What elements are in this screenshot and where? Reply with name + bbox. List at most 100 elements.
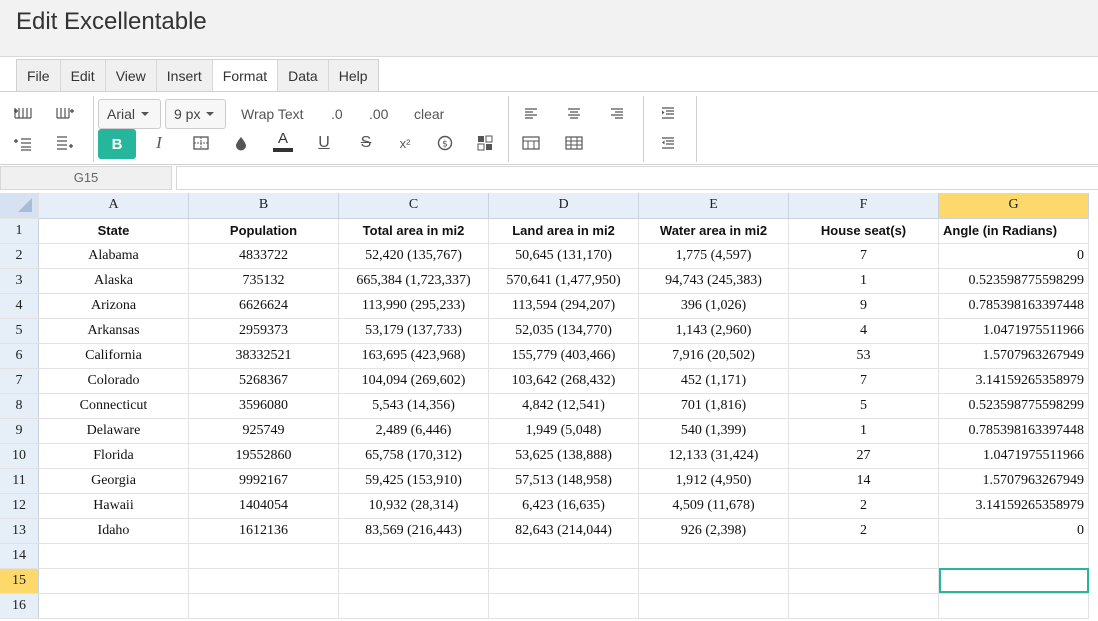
- grid-cell[interactable]: Connecticut: [38, 393, 189, 419]
- grid-cell[interactable]: [188, 568, 339, 594]
- grid-cell[interactable]: Colorado: [38, 368, 189, 394]
- grid-cell[interactable]: 1404054: [188, 493, 339, 519]
- grid-cell[interactable]: [788, 568, 939, 594]
- row-header[interactable]: 16: [0, 593, 39, 619]
- indent-increase-icon[interactable]: [653, 100, 683, 126]
- grid-cell[interactable]: 1.0471975511966: [938, 443, 1089, 469]
- grid-cell[interactable]: [488, 543, 639, 569]
- grid-cell[interactable]: 1: [788, 418, 939, 444]
- grid-cell[interactable]: [788, 543, 939, 569]
- font-family-dropdown[interactable]: Arial: [98, 99, 161, 129]
- grid-cell[interactable]: 1612136: [188, 518, 339, 544]
- row-header[interactable]: 14: [0, 543, 39, 569]
- grid-cell[interactable]: 3596080: [188, 393, 339, 419]
- grid-cell[interactable]: [38, 593, 189, 619]
- grid-cell[interactable]: 2: [788, 518, 939, 544]
- insert-column-right-icon[interactable]: [50, 100, 80, 126]
- grid-cell[interactable]: 53,625 (138,888): [488, 443, 639, 469]
- grid-cell[interactable]: 38332521: [188, 343, 339, 369]
- grid-cell[interactable]: 5,543 (14,356): [338, 393, 489, 419]
- grid-cell[interactable]: 2959373: [188, 318, 339, 344]
- currency-icon[interactable]: $: [430, 130, 460, 156]
- column-header-b[interactable]: B: [188, 193, 339, 219]
- grid-cell[interactable]: 53: [788, 343, 939, 369]
- grid-cell[interactable]: 59,425 (153,910): [338, 468, 489, 494]
- row-header[interactable]: 9: [0, 418, 39, 444]
- grid-cell[interactable]: Idaho: [38, 518, 189, 544]
- grid-cell[interactable]: 1: [788, 268, 939, 294]
- grid-cell[interactable]: 1.5707963267949: [938, 343, 1089, 369]
- row-header[interactable]: 15: [0, 568, 39, 594]
- grid-cell[interactable]: State: [38, 218, 189, 244]
- menu-insert[interactable]: Insert: [156, 60, 213, 92]
- formula-input[interactable]: [176, 166, 1098, 190]
- grid-cell[interactable]: Hawaii: [38, 493, 189, 519]
- grid-cell[interactable]: 665,384 (1,723,337): [338, 268, 489, 294]
- grid-cell[interactable]: 103,642 (268,432): [488, 368, 639, 394]
- menu-edit[interactable]: Edit: [60, 60, 106, 92]
- grid-cell[interactable]: 701 (1,816): [638, 393, 789, 419]
- insert-row-above-icon[interactable]: [8, 130, 38, 156]
- grid-cell[interactable]: 113,594 (294,207): [488, 293, 639, 319]
- menu-format[interactable]: Format: [212, 60, 279, 93]
- grid-cell[interactable]: 52,420 (135,767): [338, 243, 489, 269]
- row-header[interactable]: 13: [0, 518, 39, 544]
- grid-cell[interactable]: 10,932 (28,314): [338, 493, 489, 519]
- grid-cell[interactable]: [488, 568, 639, 594]
- grid-cell[interactable]: 0.523598775598299: [938, 393, 1089, 419]
- grid-cell[interactable]: 7: [788, 243, 939, 269]
- grid-cell[interactable]: 50,645 (131,170): [488, 243, 639, 269]
- grid-cell[interactable]: House seat(s): [788, 218, 939, 244]
- grid-cell[interactable]: 0.785398163397448: [938, 418, 1089, 444]
- grid-cell[interactable]: 9: [788, 293, 939, 319]
- grid-cell[interactable]: 0: [938, 243, 1089, 269]
- grid-cell[interactable]: [938, 543, 1089, 569]
- grid-cell[interactable]: 6626624: [188, 293, 339, 319]
- grid-cell[interactable]: 4,509 (11,678): [638, 493, 789, 519]
- row-header[interactable]: 5: [0, 318, 39, 344]
- wrap-text-button[interactable]: Wrap Text: [241, 99, 304, 129]
- grid-cell[interactable]: [188, 543, 339, 569]
- grid-cell[interactable]: [488, 593, 639, 619]
- grid-cell[interactable]: 27: [788, 443, 939, 469]
- row-header[interactable]: 7: [0, 368, 39, 394]
- grid-cell[interactable]: 540 (1,399): [638, 418, 789, 444]
- grid-cell[interactable]: 452 (1,171): [638, 368, 789, 394]
- italic-button[interactable]: I: [144, 130, 174, 156]
- grid-cell[interactable]: [638, 543, 789, 569]
- grid-cell[interactable]: Alaska: [38, 268, 189, 294]
- align-right-icon[interactable]: [602, 100, 632, 126]
- insert-column-left-icon[interactable]: [8, 100, 38, 126]
- decrease-decimal-button[interactable]: .0: [331, 99, 343, 129]
- grid-cell[interactable]: 19552860: [188, 443, 339, 469]
- grid-cell[interactable]: 4833722: [188, 243, 339, 269]
- font-color-button[interactable]: A: [268, 128, 298, 154]
- grid-cell[interactable]: Georgia: [38, 468, 189, 494]
- cell-reference-box[interactable]: G15: [0, 166, 172, 190]
- grid-cell[interactable]: [638, 593, 789, 619]
- grid-cell[interactable]: 163,695 (423,968): [338, 343, 489, 369]
- grid-cell[interactable]: 570,641 (1,477,950): [488, 268, 639, 294]
- grid-cell[interactable]: 155,779 (403,466): [488, 343, 639, 369]
- grid-cell[interactable]: 3.14159265358979: [938, 493, 1089, 519]
- grid-cell[interactable]: Arizona: [38, 293, 189, 319]
- grid-cell[interactable]: Water area in mi2: [638, 218, 789, 244]
- indent-decrease-icon[interactable]: [653, 130, 683, 156]
- grid-cell[interactable]: Angle (in Radians): [938, 218, 1089, 244]
- grid-cell[interactable]: 925749: [188, 418, 339, 444]
- grid-cell[interactable]: 65,758 (170,312): [338, 443, 489, 469]
- bold-button[interactable]: B: [98, 129, 136, 159]
- grid-cell[interactable]: 1,949 (5,048): [488, 418, 639, 444]
- row-header[interactable]: 8: [0, 393, 39, 419]
- grid-cell[interactable]: 9992167: [188, 468, 339, 494]
- grid-cell[interactable]: California: [38, 343, 189, 369]
- row-header[interactable]: 12: [0, 493, 39, 519]
- grid-cell[interactable]: Land area in mi2: [488, 218, 639, 244]
- grid-cell[interactable]: 2,489 (6,446): [338, 418, 489, 444]
- superscript-button[interactable]: x²: [390, 130, 420, 156]
- grid-cell[interactable]: Delaware: [38, 418, 189, 444]
- strikethrough-button[interactable]: S: [351, 130, 381, 156]
- grid-cell[interactable]: 0.523598775598299: [938, 268, 1089, 294]
- align-center-icon[interactable]: [559, 100, 589, 126]
- grid-cell[interactable]: Arkansas: [38, 318, 189, 344]
